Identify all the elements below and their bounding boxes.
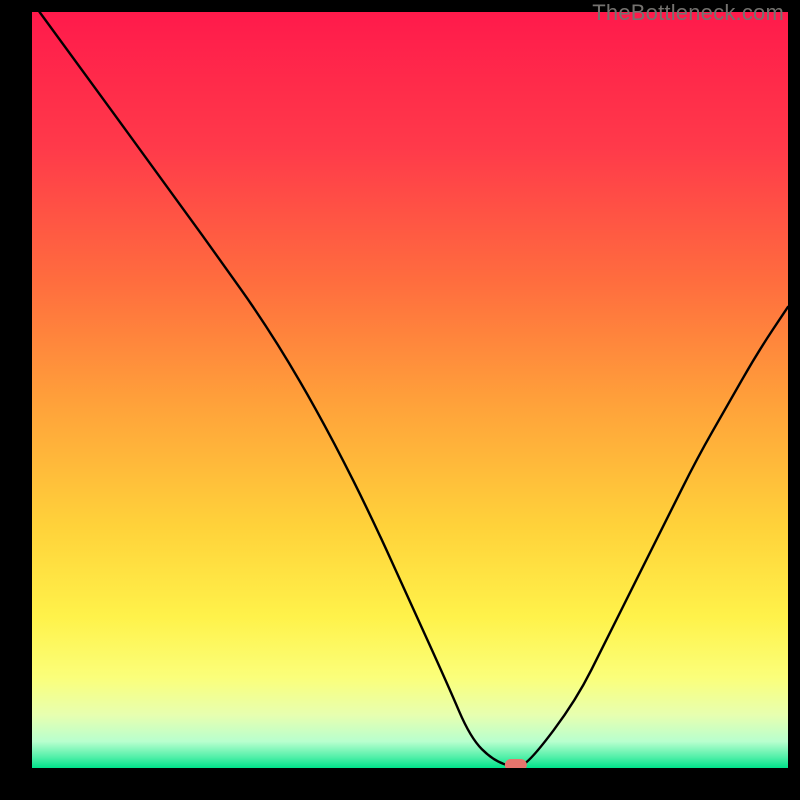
gradient-background xyxy=(32,12,788,768)
optimal-marker xyxy=(505,759,527,768)
attribution-text: TheBottleneck.com xyxy=(592,0,784,26)
plot-area xyxy=(32,12,788,768)
chart-frame: TheBottleneck.com xyxy=(0,0,800,800)
chart-svg xyxy=(32,12,788,768)
